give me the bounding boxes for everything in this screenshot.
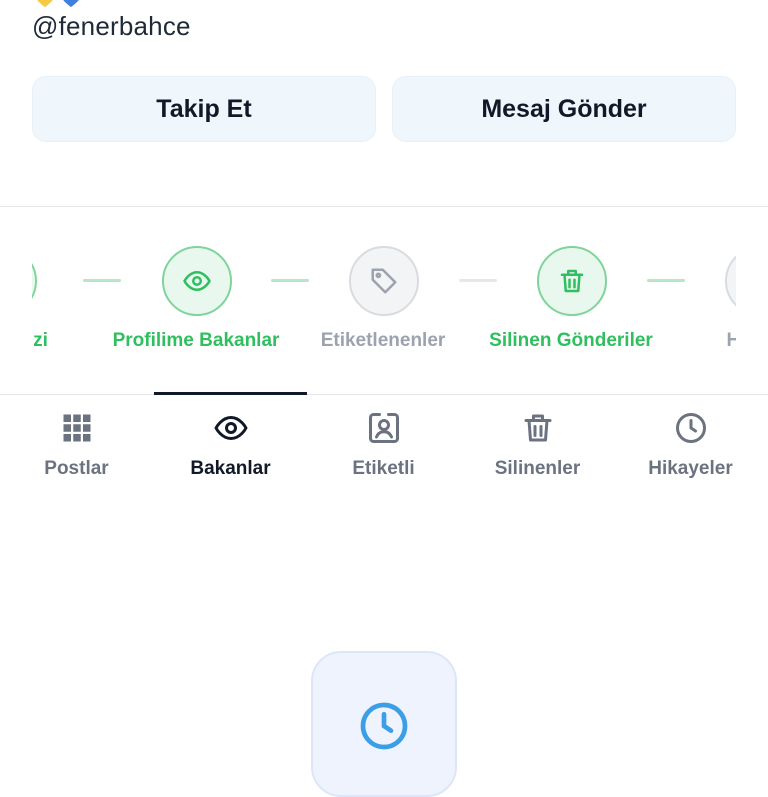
empty-state-card bbox=[311, 651, 457, 797]
feature-node-profile-viewers[interactable] bbox=[162, 246, 232, 316]
tab-viewers[interactable]: Bakanlar bbox=[154, 410, 307, 480]
feature-label-deleted-posts[interactable]: Silinen Gönderiler bbox=[489, 330, 653, 352]
clock-icon bbox=[360, 702, 408, 750]
tab-label: Etiketli bbox=[352, 458, 415, 479]
feature-label-stories[interactable]: Hi bbox=[727, 330, 737, 352]
tab-stories[interactable]: Hikayeler bbox=[614, 410, 767, 480]
tab-label: Postlar bbox=[44, 458, 109, 479]
tab-label: Bakanlar bbox=[190, 458, 271, 479]
feature-node-tagged[interactable] bbox=[349, 246, 419, 316]
profile-emoji-hearts bbox=[34, 0, 82, 8]
blue-heart-icon bbox=[63, 0, 79, 8]
grid-icon bbox=[63, 414, 90, 442]
feature-label-analysis[interactable]: alizi bbox=[32, 330, 48, 352]
carousel-connector bbox=[83, 279, 121, 282]
follow-button[interactable]: Takip Et bbox=[32, 76, 376, 142]
feature-node-analysis[interactable] bbox=[32, 246, 37, 316]
tab-posts[interactable]: Postlar bbox=[0, 410, 153, 480]
tag-icon bbox=[371, 268, 397, 294]
tab-tagged[interactable]: Etiketli bbox=[307, 410, 460, 480]
tab-deleted[interactable]: Silinenler bbox=[461, 410, 614, 480]
carousel-connector bbox=[459, 279, 497, 282]
send-message-button[interactable]: Mesaj Gönder bbox=[392, 76, 736, 142]
tab-label: Hikayeler bbox=[648, 458, 733, 479]
tab-label: Silinenler bbox=[494, 458, 581, 479]
feature-node-deleted-posts[interactable] bbox=[537, 246, 607, 316]
clock-icon bbox=[675, 413, 706, 443]
trash-icon bbox=[524, 414, 551, 442]
carousel-connector bbox=[647, 279, 685, 282]
eye-icon bbox=[214, 416, 247, 440]
profile-handle: @fenerbahce bbox=[32, 11, 191, 41]
trash-icon bbox=[560, 269, 584, 293]
carousel-connector bbox=[271, 279, 309, 282]
feature-label-tagged[interactable]: Etiketlenenler bbox=[321, 330, 446, 352]
tabs-divider bbox=[0, 394, 768, 395]
feature-node-stories[interactable] bbox=[725, 246, 736, 316]
yellow-heart-icon bbox=[37, 0, 53, 8]
tagged-user-icon bbox=[368, 413, 399, 443]
feature-label-profile-viewers[interactable]: Profilime Bakanlar bbox=[113, 330, 280, 352]
feature-carousel[interactable]: alizi Profilime Bakanlar Etiketlenenler … bbox=[32, 207, 736, 393]
active-tab-indicator bbox=[154, 392, 307, 395]
eye-icon bbox=[183, 271, 211, 291]
